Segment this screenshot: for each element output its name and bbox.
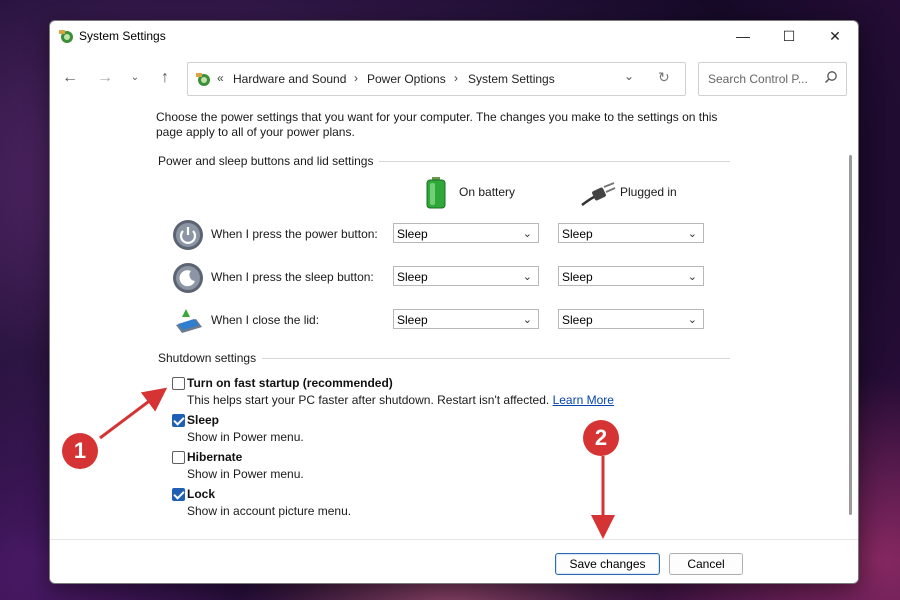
search-icon[interactable] xyxy=(824,70,838,84)
search-box[interactable]: Search Control P... xyxy=(698,62,847,96)
hibernate-checkbox[interactable] xyxy=(172,451,185,464)
close-lid-battery-select[interactable]: Sleep ⌄ xyxy=(393,309,539,329)
fast-startup-description: This helps start your PC faster after sh… xyxy=(187,393,614,407)
select-value: Sleep xyxy=(562,313,593,327)
window-title: System Settings xyxy=(79,29,166,43)
navigation-bar: ← → ⌄ ↑ « Hardware and Sound › Power Opt… xyxy=(50,59,858,97)
plugged-in-column-header: Plugged in xyxy=(620,185,677,199)
close-button[interactable]: ✕ xyxy=(812,21,858,51)
up-arrow-icon[interactable]: ↑ xyxy=(154,67,176,89)
sleep-button-battery-select[interactable]: Sleep ⌄ xyxy=(393,266,539,286)
control-panel-icon xyxy=(59,30,73,43)
select-value: Sleep xyxy=(562,270,593,284)
address-bar[interactable]: « Hardware and Sound › Power Options › S… xyxy=(187,62,686,96)
learn-more-link[interactable]: Learn More xyxy=(553,393,614,407)
sleep-label[interactable]: Sleep xyxy=(187,413,219,427)
annotation-badge-1: 1 xyxy=(62,433,98,469)
refresh-icon[interactable]: ↻ xyxy=(658,69,670,86)
address-dropdown-chevron-icon[interactable]: ⌄ xyxy=(624,69,634,83)
sleep-button-plugged-select[interactable]: Sleep ⌄ xyxy=(558,266,704,286)
system-settings-window: System Settings — ☐ ✕ ← → ⌄ ↑ « Hardware… xyxy=(49,20,859,584)
lock-description: Show in account picture menu. xyxy=(187,504,352,518)
vertical-scrollbar[interactable] xyxy=(848,105,854,535)
recent-locations-chevron-icon[interactable]: ⌄ xyxy=(124,67,146,89)
forward-arrow-icon[interactable]: → xyxy=(94,67,116,89)
chevron-down-icon: ⌄ xyxy=(687,271,697,283)
minimize-button[interactable]: — xyxy=(720,21,766,51)
on-battery-column-header: On battery xyxy=(459,185,516,199)
lock-checkbox[interactable] xyxy=(172,488,185,501)
search-input[interactable]: Search Control P... xyxy=(708,72,816,86)
close-lid-plugged-select[interactable]: Sleep ⌄ xyxy=(558,309,704,329)
shutdown-section-title: Shutdown settings xyxy=(158,351,263,365)
cancel-button[interactable]: Cancel xyxy=(669,553,743,575)
sleep-description: Show in Power menu. xyxy=(187,430,304,444)
lock-label[interactable]: Lock xyxy=(187,487,215,501)
chevron-down-icon: ⌄ xyxy=(687,314,697,326)
hibernate-description: Show in Power menu. xyxy=(187,467,304,481)
power-button-icon xyxy=(173,220,203,250)
breadcrumb-power-options[interactable]: Power Options xyxy=(367,72,446,86)
sleep-button-row-label: When I press the sleep button: xyxy=(211,270,374,284)
select-value: Sleep xyxy=(397,270,428,284)
laptop-lid-icon xyxy=(176,309,202,333)
annotation-badge-2: 2 xyxy=(583,420,619,456)
title-bar: System Settings — ☐ ✕ xyxy=(50,21,858,51)
fast-startup-label[interactable]: Turn on fast startup (recommended) xyxy=(187,376,393,390)
select-value: Sleep xyxy=(562,227,593,241)
power-button-plugged-select[interactable]: Sleep ⌄ xyxy=(558,223,704,243)
save-changes-button[interactable]: Save changes xyxy=(555,553,660,575)
hibernate-label[interactable]: Hibernate xyxy=(187,450,242,464)
settings-content: Choose the power settings that you want … xyxy=(50,105,858,535)
breadcrumb-hardware-and-sound[interactable]: Hardware and Sound xyxy=(233,72,346,86)
sleep-button-icon xyxy=(173,263,203,293)
select-value: Sleep xyxy=(397,227,428,241)
breadcrumb-separator[interactable]: › xyxy=(354,71,358,85)
breadcrumb-overflow[interactable]: « xyxy=(217,71,224,85)
fast-startup-desc-text: This helps start your PC faster after sh… xyxy=(187,393,550,407)
select-value: Sleep xyxy=(397,313,428,327)
power-button-battery-select[interactable]: Sleep ⌄ xyxy=(393,223,539,243)
maximize-button[interactable]: ☐ xyxy=(766,21,812,51)
scrollbar-thumb[interactable] xyxy=(849,155,852,515)
breadcrumb-separator[interactable]: › xyxy=(454,71,458,85)
dialog-footer: Save changes Cancel xyxy=(50,539,858,583)
power-plug-icon xyxy=(581,182,616,207)
breadcrumb-system-settings[interactable]: System Settings xyxy=(468,72,555,86)
battery-icon xyxy=(426,177,446,209)
fast-startup-checkbox[interactable] xyxy=(172,377,185,390)
chevron-down-icon: ⌄ xyxy=(522,314,532,326)
chevron-down-icon: ⌄ xyxy=(522,228,532,240)
chevron-down-icon: ⌄ xyxy=(687,228,697,240)
intro-text: Choose the power settings that you want … xyxy=(156,110,718,139)
power-section-title: Power and sleep buttons and lid settings xyxy=(158,154,380,168)
back-arrow-icon[interactable]: ← xyxy=(59,67,81,89)
power-button-row-label: When I press the power button: xyxy=(211,227,378,241)
chevron-down-icon: ⌄ xyxy=(522,271,532,283)
control-panel-icon xyxy=(196,73,210,86)
close-lid-row-label: When I close the lid: xyxy=(211,313,320,327)
sleep-checkbox[interactable] xyxy=(172,414,185,427)
